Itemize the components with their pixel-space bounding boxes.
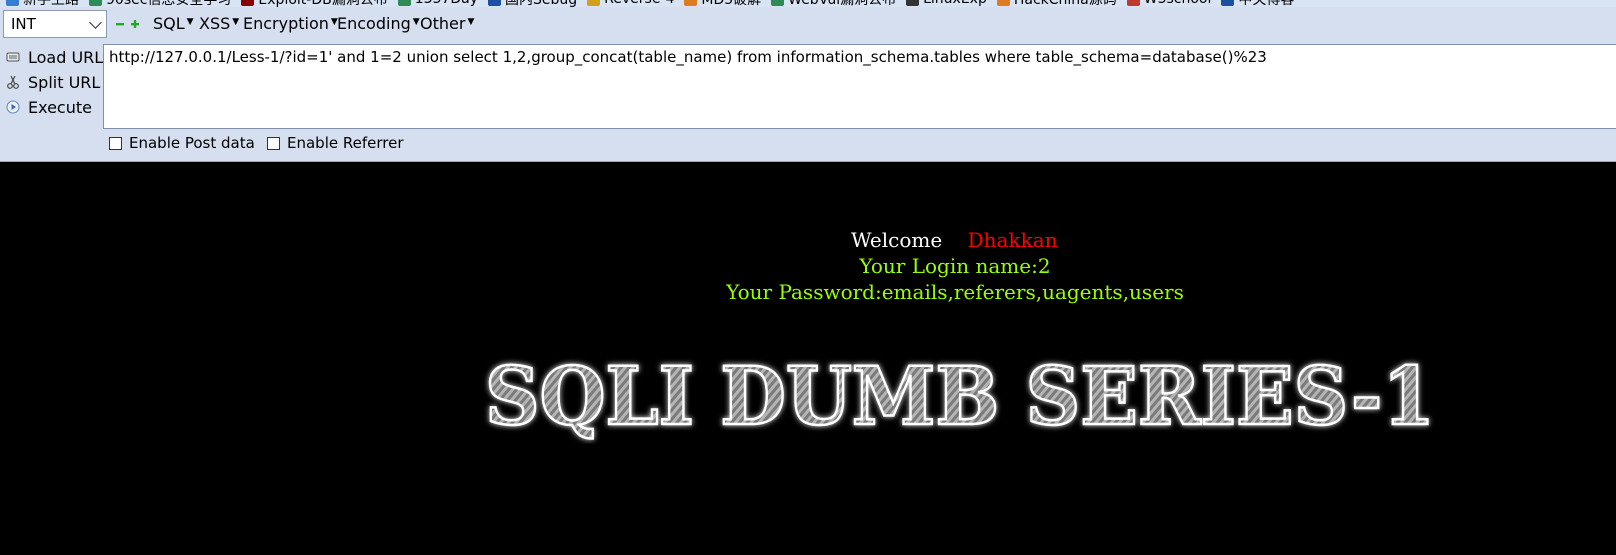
play-circle-icon: [6, 100, 20, 114]
split-url-label: Split URL: [28, 72, 101, 92]
bookmark-label: Exploit-DB漏洞公布: [258, 0, 387, 7]
bookmark-favicon-icon: [6, 0, 19, 6]
bookmark-favicon-icon: [488, 0, 501, 6]
menu-encryption-label: Encryption: [243, 14, 329, 33]
load-url-icon: [6, 52, 20, 62]
bookmark-favicon-icon: [397, 0, 411, 6]
bookmark-item[interactable]: Exploit-DB漏洞公布: [241, 0, 388, 7]
bookmark-label: 90sec信息安全学习: [106, 0, 231, 7]
bookmark-item[interactable]: Reverse-4: [587, 0, 674, 7]
password-line: Your Password:emails,referers,uagents,us…: [726, 280, 1184, 304]
scissors-icon: [7, 75, 19, 89]
bookmark-favicon-icon: [1221, 0, 1235, 6]
bookmark-item[interactable]: 90sec信息安全学习: [89, 0, 231, 7]
bookmark-label: 新手上路: [23, 0, 79, 7]
type-select[interactable]: INT: [3, 10, 107, 38]
checkbox-box[interactable]: [267, 136, 280, 150]
bookmark-item[interactable]: 中关博客: [1221, 0, 1294, 7]
bookmark-item[interactable]: HackChina源码: [996, 0, 1117, 7]
bookmark-label: LinuxExp: [923, 0, 987, 7]
menu-other[interactable]: Other ▼: [420, 14, 474, 33]
checkbox-box[interactable]: [109, 136, 122, 150]
bookmark-item[interactable]: 1337Day: [397, 0, 478, 7]
bookmark-label: 1337Day: [415, 0, 478, 7]
type-select-value: INT: [11, 15, 36, 33]
menu-encoding-label: Encoding: [337, 14, 411, 33]
url-text: http://127.0.0.1/Less-1/?id=1' and 1=2 u…: [109, 48, 1267, 66]
bookmark-favicon-icon: [771, 0, 785, 6]
login-name-line: Your Login name:2: [859, 254, 1051, 278]
split-url-button[interactable]: Split URL: [6, 71, 100, 93]
menu-xss-label: XSS: [199, 14, 231, 33]
caret-down-icon: ▼: [186, 16, 194, 27]
bookmark-label: 国内Sebug: [505, 0, 577, 7]
bookmark-label: MD5破解: [701, 0, 761, 7]
bookmark-label: W3school: [1144, 0, 1212, 7]
bookmark-label: HackChina源码: [1014, 0, 1117, 7]
bookmark-favicon-icon: [996, 0, 1010, 6]
enable-referrer-label: Enable Referrer: [287, 134, 404, 152]
caret-down-icon: ▼: [467, 16, 475, 27]
bookmark-favicon-icon: [906, 0, 920, 6]
bookmark-item[interactable]: 新手上路: [6, 0, 79, 7]
bookmark-label: WebVul漏洞公布: [788, 0, 896, 7]
minus-icon[interactable]: [116, 20, 124, 28]
bookmark-item[interactable]: 国内Sebug: [488, 0, 577, 7]
sqli-dumb-series-banner: SQLI DUMB SERIES-1: [484, 354, 1437, 444]
enable-post-data-checkbox[interactable]: Enable Post data: [109, 134, 255, 152]
menu-encryption[interactable]: Encryption ▼: [243, 14, 338, 33]
menu-sql[interactable]: SQL ▼: [153, 14, 194, 33]
banner-text: SQLI DUMB SERIES-1: [485, 354, 1435, 443]
chevron-down-icon: [89, 16, 102, 29]
execute-button[interactable]: Execute: [6, 96, 92, 118]
execute-label: Execute: [28, 97, 92, 117]
plus-icon[interactable]: [131, 20, 139, 28]
bookmark-item[interactable]: W3school: [1126, 0, 1212, 7]
menu-xss[interactable]: XSS ▼: [199, 14, 239, 33]
menu-sql-label: SQL: [153, 14, 185, 33]
load-url-button[interactable]: Load URL: [6, 46, 103, 68]
welcome-user-name: Dhakkan: [967, 228, 1058, 252]
bookmark-favicon-icon: [89, 0, 102, 6]
menu-encoding[interactable]: Encoding ▼: [337, 14, 420, 33]
caret-down-icon: ▼: [412, 16, 420, 27]
bookmark-favicon-icon: [1126, 0, 1140, 6]
bookmark-item[interactable]: LinuxExp: [906, 0, 987, 7]
bookmark-favicon-icon: [587, 0, 601, 6]
enable-referrer-checkbox[interactable]: Enable Referrer: [267, 134, 403, 152]
bookmark-item[interactable]: MD5破解: [684, 0, 761, 7]
browser-window: 新手上路 90sec信息安全学习 Exploit-DB漏洞公布 1337Day 国内Se…: [0, 0, 1616, 555]
caret-down-icon: ▼: [232, 16, 240, 27]
bookmark-favicon-icon: [241, 0, 255, 6]
bookmark-label: Reverse-4: [604, 0, 674, 7]
enable-post-data-label: Enable Post data: [129, 134, 255, 152]
url-textarea[interactable]: http://127.0.0.1/Less-1/?id=1' and 1=2 u…: [103, 44, 1616, 129]
menu-other-label: Other: [420, 14, 466, 33]
bookmark-label: 中关博客: [1238, 0, 1294, 7]
welcome-label: Welcome: [851, 228, 943, 252]
bookmark-item[interactable]: WebVul漏洞公布: [771, 0, 896, 7]
bookmark-favicon-icon: [684, 0, 698, 6]
welcome-line: Welcome Dhakkan: [851, 228, 1058, 252]
load-url-label: Load URL: [28, 47, 104, 67]
bookmarks-bar: 新手上路 90sec信息安全学习 Exploit-DB漏洞公布 1337Day 国内Se…: [0, 0, 1616, 7]
hackbar-panel: INT SQL ▼ XSS ▼ Encryption ▼ Encoding ▼ Othe…: [0, 7, 1616, 162]
page-content: Welcome Dhakkan Your Login name:2 Your P…: [0, 162, 1616, 555]
